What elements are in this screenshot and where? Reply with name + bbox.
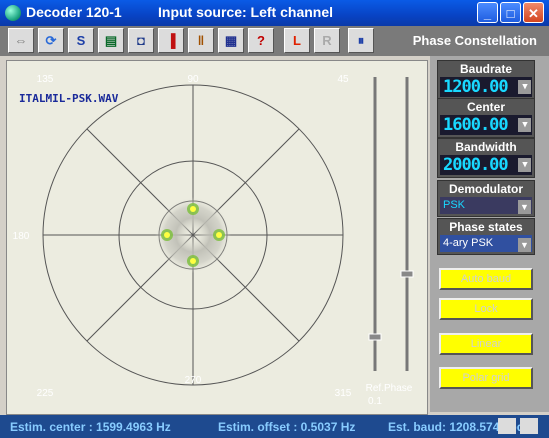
angle-135-label: 135 bbox=[37, 74, 54, 85]
sliders: Ref.Phase 0.1 bbox=[366, 77, 414, 407]
lock-button[interactable]: Lock bbox=[439, 298, 533, 320]
phase-states-value: 4-ary PSK bbox=[443, 237, 494, 249]
slider-min-label: 0.1 bbox=[368, 396, 382, 407]
baudrate-label: Baudrate bbox=[459, 62, 512, 76]
status-bar: Estim. center : 1599.4963 Hz Estim. offs… bbox=[0, 415, 549, 438]
constellation-plot: ITALMIL-PSK.WAV 90 270 180 135 45 225 31… bbox=[6, 60, 428, 415]
left-channel-icon[interactable]: L bbox=[284, 28, 310, 53]
slider-title-label: Ref.Phase bbox=[366, 383, 413, 394]
baudrate-value[interactable]: 1200.00 ▼ bbox=[440, 77, 532, 97]
horizontal-split-icon[interactable]: ⇔ bbox=[8, 28, 34, 53]
estim-center-text: Estim. center : 1599.4963 Hz bbox=[10, 420, 171, 434]
bars-icon[interactable]: ‖ bbox=[188, 28, 214, 53]
demodulator-value: PSK bbox=[443, 199, 466, 211]
input-source-label: Input source: Left channel bbox=[158, 4, 334, 20]
constellation-point-3 bbox=[187, 255, 199, 267]
close-button[interactable]: ✕ bbox=[523, 2, 544, 23]
center-group: Center 1600.00 ▼ bbox=[437, 98, 535, 138]
constellation-svg: ITALMIL-PSK.WAV 90 270 180 135 45 225 31… bbox=[13, 74, 414, 407]
baudrate-dropdown-icon[interactable]: ▼ bbox=[518, 80, 531, 94]
ref-phase-slider-thumb[interactable] bbox=[368, 333, 382, 341]
center-value[interactable]: 1600.00 ▼ bbox=[440, 115, 532, 135]
phase-states-group: Phase states 4-ary PSK ▼ bbox=[437, 218, 535, 255]
bandwidth-digits: 2000.00 bbox=[443, 155, 509, 175]
demodulator-dropdown-icon[interactable]: ▼ bbox=[518, 200, 531, 214]
bandwidth-group: Bandwidth 2000.00 ▼ bbox=[437, 138, 535, 178]
refresh-icon[interactable]: ⟳ bbox=[38, 28, 64, 53]
minimize-button[interactable]: _ bbox=[477, 2, 498, 23]
demodulator-select[interactable]: PSK ▼ bbox=[440, 197, 532, 214]
toolbar: ⇔ ⟳ S ▤ ◘ ▐ ‖ ▦ ? L R ⏸ Phase Constellat… bbox=[0, 26, 549, 56]
help-icon[interactable]: ? bbox=[248, 28, 274, 53]
save-icon[interactable]: ▤ bbox=[98, 28, 124, 53]
mode-label: Phase Constellation bbox=[412, 33, 537, 48]
app-globe-icon bbox=[5, 5, 21, 21]
phase-states-select[interactable]: 4-ary PSK ▼ bbox=[440, 235, 532, 252]
angle-180-label: 180 bbox=[13, 231, 30, 242]
bandwidth-label: Bandwidth bbox=[455, 140, 517, 154]
auto-baud-button[interactable]: Auto baud bbox=[439, 268, 533, 290]
baudrate-digits: 1200.00 bbox=[443, 77, 509, 97]
filename-label: ITALMIL-PSK.WAV bbox=[19, 92, 119, 105]
maximize-button[interactable]: □ bbox=[500, 2, 521, 23]
status-icon-1[interactable] bbox=[498, 418, 516, 434]
bandwidth-value[interactable]: 2000.00 ▼ bbox=[440, 155, 532, 175]
polar-grid-button[interactable]: Polar grid bbox=[439, 367, 533, 389]
constellation-point-1 bbox=[187, 203, 199, 215]
center-label: Center bbox=[466, 100, 505, 114]
angle-225-label: 225 bbox=[37, 388, 54, 399]
pause-icon[interactable]: ⏸ bbox=[348, 28, 374, 53]
constellation-point-2 bbox=[213, 229, 225, 241]
center-digits: 1600.00 bbox=[443, 115, 509, 135]
angle-270-label: 270 bbox=[185, 375, 202, 386]
angle-90-label: 90 bbox=[187, 74, 199, 85]
phase-states-label: Phase states bbox=[449, 220, 523, 234]
demodulator-label: Demodulator bbox=[448, 182, 523, 196]
constellation-point-4 bbox=[161, 229, 173, 241]
linear-button[interactable]: Linear bbox=[439, 333, 533, 355]
gain-slider-thumb[interactable] bbox=[400, 270, 414, 278]
sync-icon[interactable]: S bbox=[68, 28, 94, 53]
window-title: Decoder 120-1 bbox=[26, 4, 122, 20]
baudrate-group: Baudrate 1200.00 ▼ bbox=[437, 60, 535, 100]
angle-315-label: 315 bbox=[335, 388, 352, 399]
center-dropdown-icon[interactable]: ▼ bbox=[518, 118, 531, 132]
phase-states-dropdown-icon[interactable]: ▼ bbox=[518, 238, 531, 252]
bandwidth-dropdown-icon[interactable]: ▼ bbox=[518, 158, 531, 172]
camera-icon[interactable]: ◘ bbox=[128, 28, 154, 53]
grid-icon[interactable]: ▦ bbox=[218, 28, 244, 53]
angle-45-label: 45 bbox=[337, 74, 349, 85]
title-bar: Decoder 120-1 Input source: Left channel… bbox=[0, 0, 549, 26]
color-bars-icon[interactable]: ▐ bbox=[158, 28, 184, 53]
status-icon-2[interactable] bbox=[520, 418, 538, 434]
control-panel: Baudrate 1200.00 ▼ Center 1600.00 ▼ Bandwi… bbox=[430, 56, 549, 412]
demodulator-group: Demodulator PSK ▼ bbox=[437, 180, 535, 217]
right-channel-icon[interactable]: R bbox=[314, 28, 340, 53]
estim-offset-text: Estim. offset : 0.5037 Hz bbox=[218, 420, 356, 434]
